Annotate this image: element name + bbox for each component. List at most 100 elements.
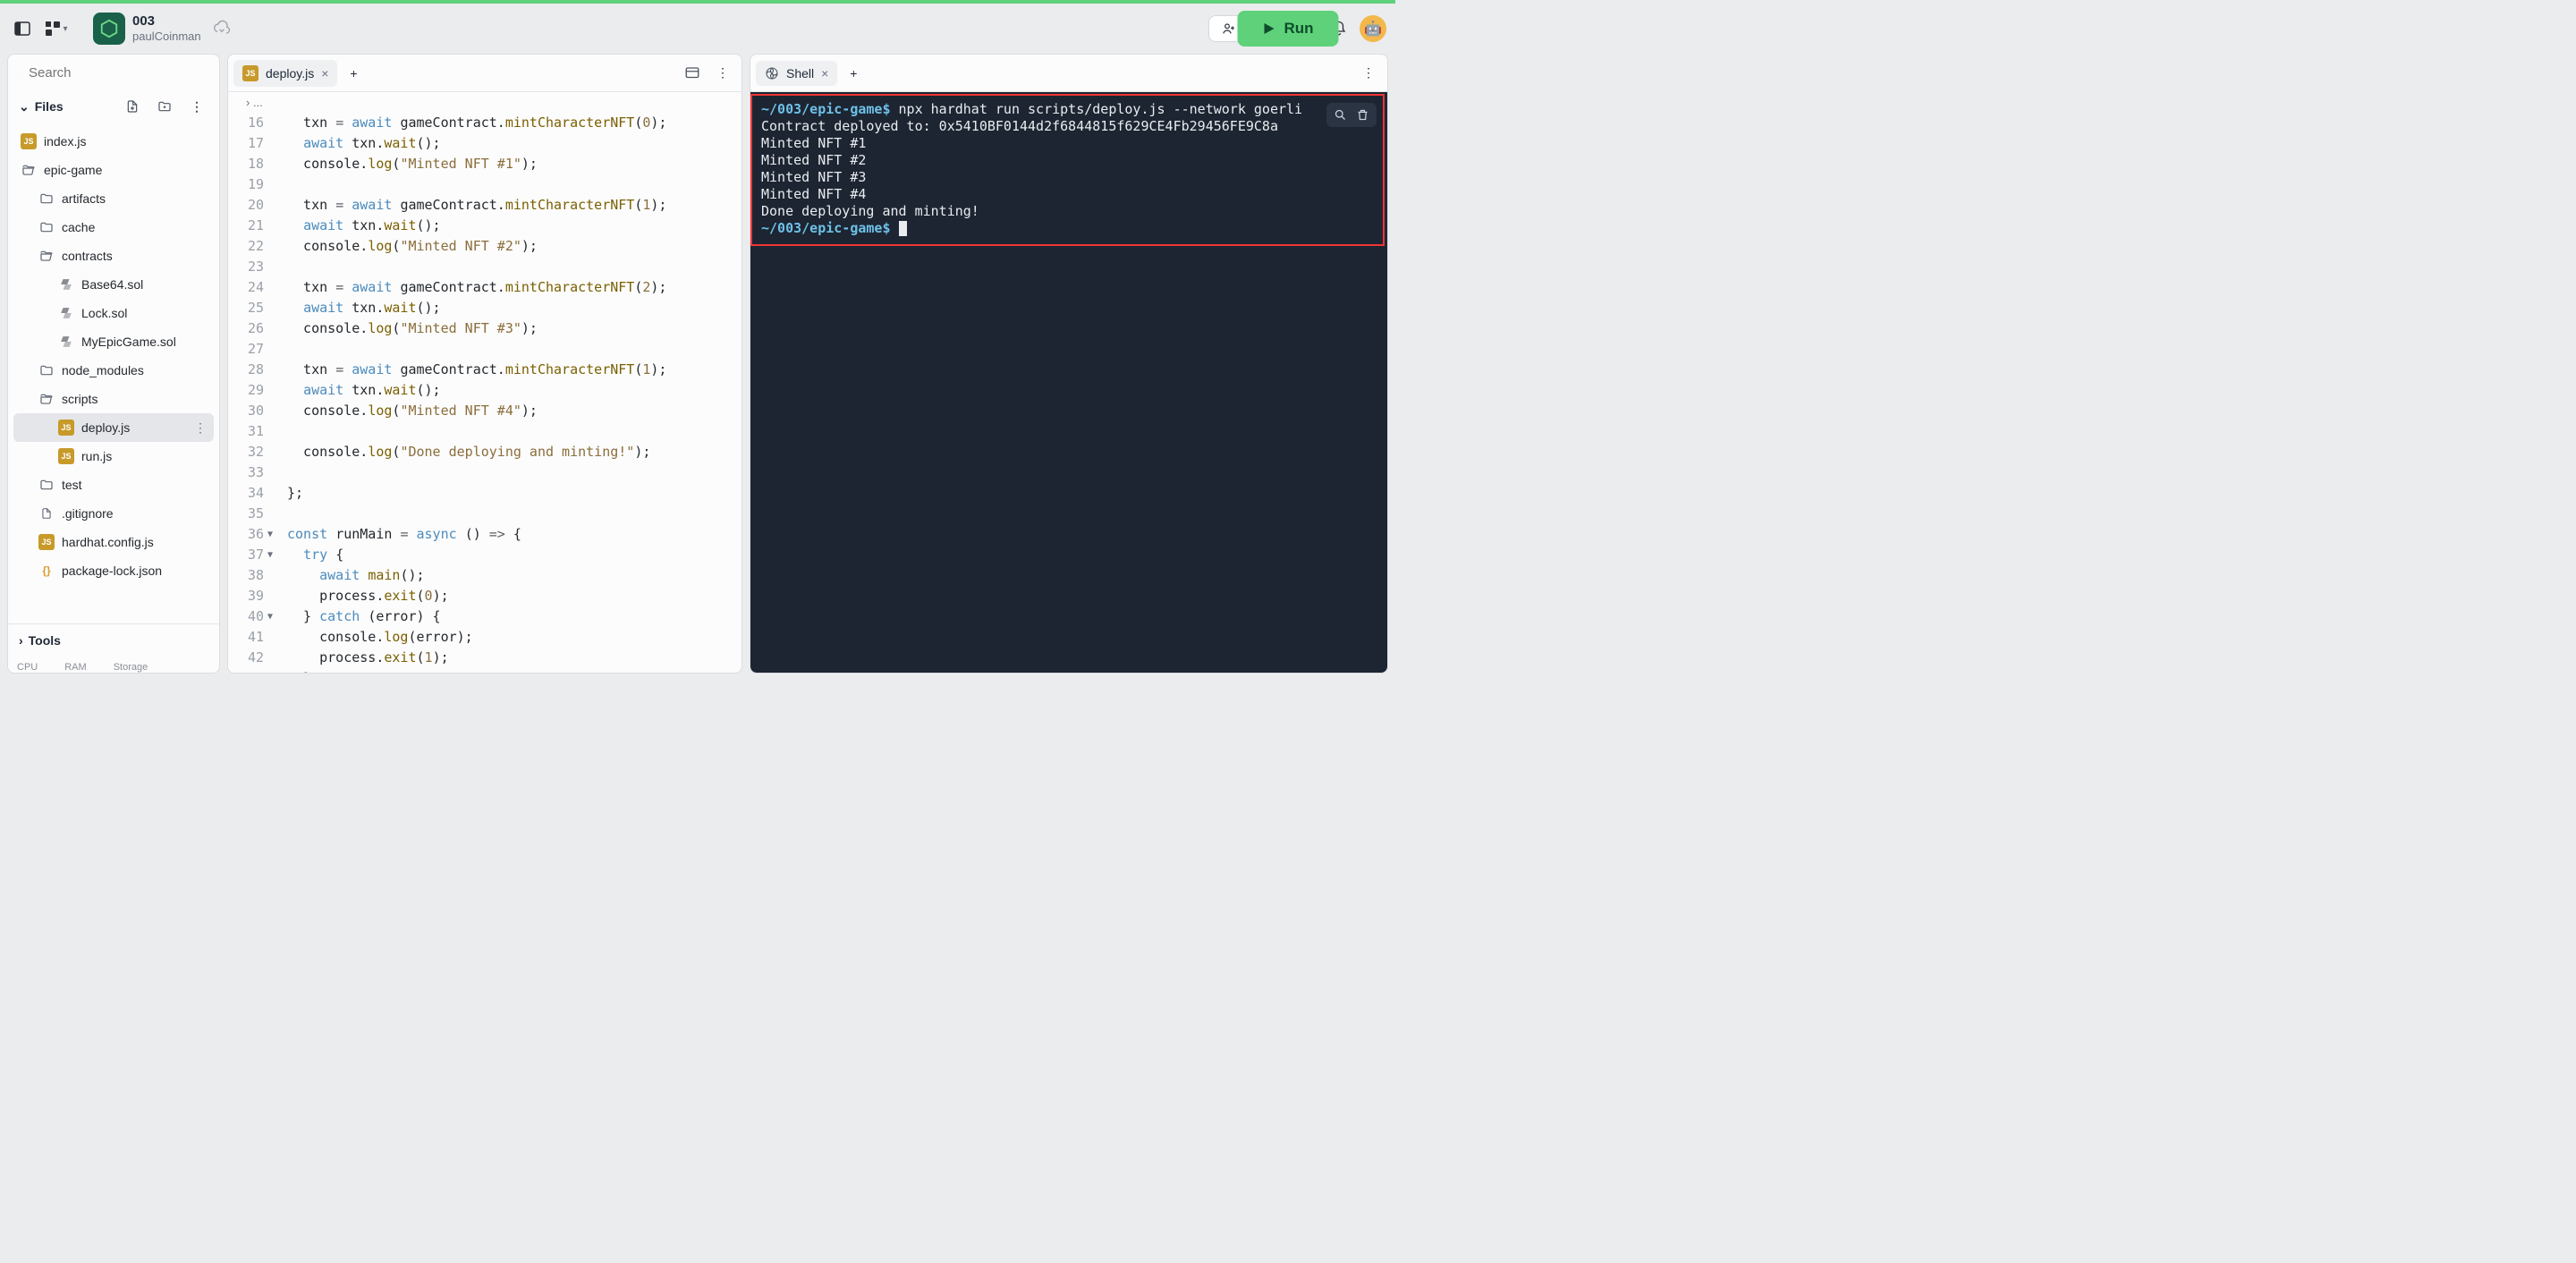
tree-item[interactable]: Lock.sol — [13, 299, 214, 327]
breadcrumb[interactable]: › ... — [228, 92, 741, 113]
shell-icon — [765, 66, 779, 81]
tree-item-label: epic-game — [44, 163, 102, 177]
trash-icon[interactable] — [1356, 108, 1369, 122]
ram-label: RAM — [64, 662, 86, 673]
tree-item-label: run.js — [81, 449, 112, 463]
folder-open-icon — [38, 391, 55, 407]
tree-item-label: deploy.js — [81, 420, 130, 435]
solidity-icon — [58, 334, 74, 350]
tree-item[interactable]: JS deploy.js ⋮ — [13, 413, 214, 442]
tree-item[interactable]: JS hardhat.config.js — [13, 528, 214, 556]
tree-item[interactable]: Base64.sol — [13, 270, 214, 299]
tree-item-label: artifacts — [62, 191, 106, 206]
json-icon: {} — [38, 563, 55, 579]
tree-item-label: Base64.sol — [81, 277, 143, 292]
new-file-icon[interactable] — [119, 93, 146, 120]
tab-shell[interactable]: Shell × — [756, 61, 837, 86]
tree-item-label: cache — [62, 220, 95, 234]
js-icon: JS — [38, 534, 55, 550]
tree-item-label: Lock.sol — [81, 306, 127, 320]
add-tab-button[interactable]: + — [841, 61, 866, 86]
project-info: 003 paulCoinman — [132, 13, 201, 44]
shell-search-icon[interactable] — [1334, 108, 1347, 122]
apps-icon[interactable]: ▾ — [43, 15, 70, 42]
tree-item-label: hardhat.config.js — [62, 535, 154, 549]
tools-section[interactable]: › Tools — [8, 623, 219, 657]
cpu-label: CPU — [17, 662, 38, 673]
tree-item[interactable]: node_modules — [13, 356, 214, 385]
shell-terminal[interactable]: ~/003/epic-game$ npx hardhat run scripts… — [750, 92, 1387, 673]
cloud-sync-icon[interactable] — [208, 15, 235, 42]
new-folder-icon[interactable] — [151, 93, 178, 120]
shell-tab-label: Shell — [786, 66, 814, 81]
tree-item[interactable]: .gitignore — [13, 499, 214, 528]
folder-open-icon — [38, 248, 55, 264]
topbar: ▾ 003 paulCoinman Run Invite 🤖 — [0, 0, 1395, 54]
tree-item-label: MyEpicGame.sol — [81, 335, 176, 349]
more-icon[interactable]: ⋮ — [194, 420, 207, 436]
tree-item-label: test — [62, 478, 82, 492]
tree-item[interactable]: JS index.js — [13, 127, 214, 156]
tree-item[interactable]: test — [13, 470, 214, 499]
tree-item-label: scripts — [62, 392, 97, 406]
tree-item[interactable]: contracts — [13, 242, 214, 270]
layout-toggle-icon[interactable] — [9, 15, 36, 42]
footer-stats: CPU RAM Storage — [8, 657, 219, 673]
add-tab-button[interactable]: + — [341, 61, 366, 86]
editor-panel: JS deploy.js × + ⋮ › ... 161718192021222… — [227, 54, 742, 674]
tree-item-label: node_modules — [62, 363, 144, 377]
project-name: 003 — [132, 13, 201, 30]
close-icon[interactable]: × — [321, 66, 328, 81]
tree-item[interactable]: JS run.js — [13, 442, 214, 470]
file-icon — [38, 505, 55, 521]
run-label: Run — [1284, 20, 1313, 38]
shell-tab-bar: Shell × + ⋮ — [750, 55, 1387, 92]
folder-icon — [38, 477, 55, 493]
sidebar: ⌄ Files ⋮ JS index.js epic-game artifacts ca… — [7, 54, 220, 674]
solidity-icon — [58, 276, 74, 292]
tree-item[interactable]: cache — [13, 213, 214, 242]
tools-label: Tools — [29, 633, 61, 648]
tree-item-label: index.js — [44, 134, 86, 148]
tree-item-label: package-lock.json — [62, 564, 162, 578]
play-icon — [1262, 22, 1275, 35]
js-icon: JS — [21, 133, 37, 149]
search-input[interactable] — [29, 65, 207, 81]
more-icon[interactable]: ⋮ — [183, 93, 210, 120]
files-header[interactable]: ⌄ Files ⋮ — [8, 88, 219, 125]
chevron-down-icon: ⌄ — [19, 99, 30, 114]
close-icon[interactable]: × — [821, 66, 828, 81]
tab-deploy-js[interactable]: JS deploy.js × — [233, 60, 337, 87]
tree-item-label: contracts — [62, 249, 113, 263]
folder-icon — [38, 362, 55, 378]
tree-item[interactable]: epic-game — [13, 156, 214, 184]
tree-item[interactable]: scripts — [13, 385, 214, 413]
folder-icon — [38, 219, 55, 235]
folder-icon — [38, 191, 55, 207]
files-label: Files — [35, 99, 64, 114]
invite-icon — [1222, 21, 1236, 36]
more-icon[interactable]: ⋮ — [709, 60, 736, 87]
nodejs-icon — [93, 13, 125, 45]
storage-label: Storage — [114, 662, 148, 673]
folder-open-icon — [21, 162, 37, 178]
js-icon: JS — [242, 65, 258, 81]
run-button[interactable]: Run — [1237, 11, 1338, 47]
chevron-right-icon: › — [19, 633, 23, 648]
editor-tab-bar: JS deploy.js × + ⋮ — [228, 55, 741, 92]
tree-item[interactable]: {} package-lock.json — [13, 556, 214, 585]
preview-icon[interactable] — [679, 60, 706, 87]
tree-item-label: .gitignore — [62, 506, 114, 521]
solidity-icon — [58, 305, 74, 321]
tree-item[interactable]: artifacts — [13, 184, 214, 213]
avatar[interactable]: 🤖 — [1360, 15, 1386, 42]
js-icon: JS — [58, 448, 74, 464]
tab-label: deploy.js — [266, 66, 314, 81]
file-tree: JS index.js epic-game artifacts cache contrac… — [8, 125, 219, 623]
tree-item[interactable]: MyEpicGame.sol — [13, 327, 214, 356]
more-icon[interactable]: ⋮ — [1355, 60, 1382, 87]
js-icon: JS — [58, 420, 74, 436]
shell-panel: Shell × + ⋮ ~/003/epic-game$ npx hardhat… — [750, 54, 1388, 674]
code-area[interactable]: 1617181920212223242526272829303132333435… — [228, 113, 741, 673]
project-owner: paulCoinman — [132, 30, 201, 44]
